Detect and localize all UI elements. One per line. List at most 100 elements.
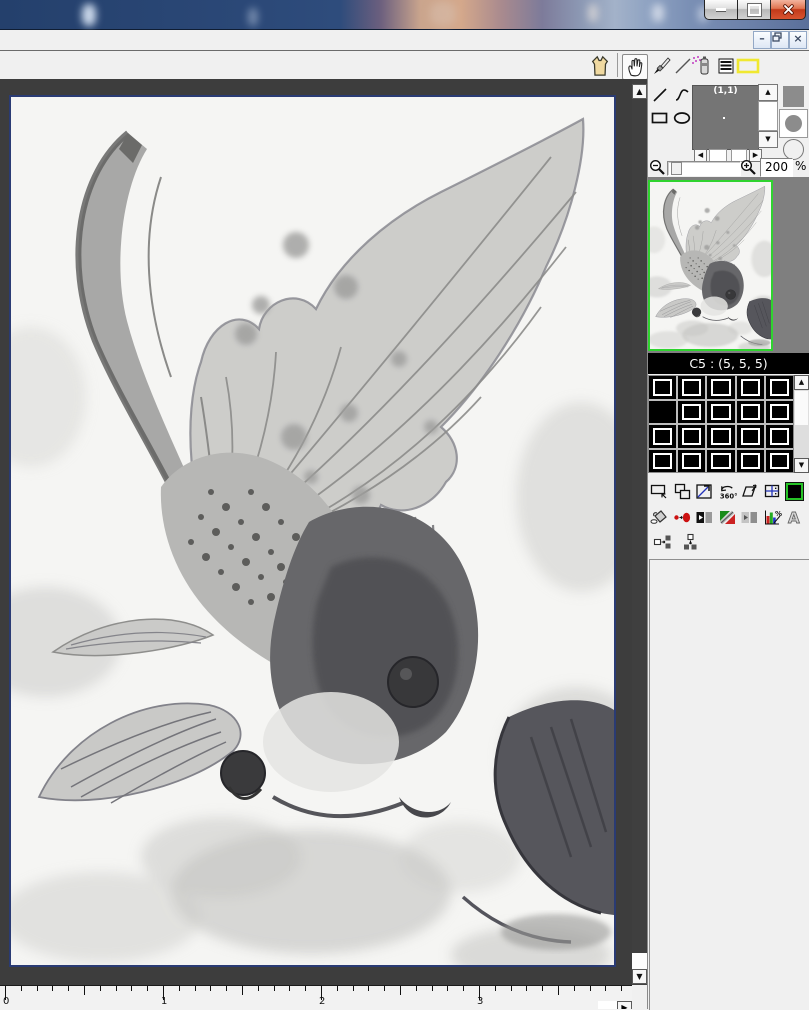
- palette-swatch[interactable]: [766, 376, 793, 399]
- palette-swatch[interactable]: [678, 450, 705, 473]
- palette-swatch[interactable]: [766, 450, 793, 473]
- pen-preview-vscroll-track[interactable]: [758, 101, 778, 131]
- rectangle-icon: [651, 111, 668, 125]
- navigator-thumbnail[interactable]: [648, 180, 773, 351]
- scroll-up-button[interactable]: ▲: [632, 84, 647, 99]
- scrollbar-track[interactable]: [632, 953, 647, 969]
- merge-horizontal-button[interactable]: [653, 533, 672, 552]
- ruler-minor-tick: [447, 986, 448, 991]
- hand-tool-button[interactable]: [622, 54, 648, 80]
- resize-tool-button[interactable]: [695, 482, 714, 501]
- ellipse-draw-button[interactable]: [672, 108, 691, 128]
- scale-ellipse-tool-button[interactable]: [673, 508, 692, 527]
- curve-draw-button[interactable]: [672, 85, 691, 105]
- palette-scrollbar[interactable]: ▲ ▼: [794, 375, 809, 473]
- maximize-button[interactable]: [738, 0, 770, 20]
- palette-swatch[interactable]: [649, 376, 676, 399]
- palette-swatch[interactable]: [766, 425, 793, 448]
- zoom-in-icon: [740, 159, 757, 176]
- zoom-in-button[interactable]: [740, 159, 757, 176]
- minimize-button[interactable]: [704, 0, 738, 20]
- pen-preview-scroll-down[interactable]: ▼: [758, 131, 778, 148]
- rotate-tool-button[interactable]: 360°: [718, 482, 737, 501]
- canvas-icon: [589, 55, 611, 77]
- gradient-tool-button[interactable]: [718, 508, 737, 527]
- mdi-close-button[interactable]: ×: [789, 31, 807, 49]
- current-color-swatch: [786, 483, 803, 500]
- ruler-minor-tick: [131, 986, 132, 991]
- palette-swatch[interactable]: [737, 450, 764, 473]
- brush-icon: [652, 56, 672, 76]
- palette-swatch[interactable]: [678, 401, 705, 424]
- ruler-minor-tick: [210, 986, 211, 991]
- ruler-minor-tick: [68, 986, 69, 991]
- tip-circle-icon: [785, 115, 802, 132]
- merge-vertical-button[interactable]: [681, 533, 700, 552]
- rectangle-draw-button[interactable]: [650, 108, 669, 128]
- tip-square-button[interactable]: [783, 86, 804, 107]
- canvas-vertical-scrollbar[interactable]: ▲ ▼: [632, 79, 647, 985]
- palette-scroll-up[interactable]: ▲: [794, 375, 809, 390]
- current-color-chip[interactable]: [785, 482, 804, 501]
- scroll-down-button[interactable]: ▼: [632, 969, 647, 984]
- color-palette-grid[interactable]: [648, 375, 794, 473]
- airbrush-tool-button[interactable]: [690, 54, 714, 78]
- curve-icon: [674, 87, 690, 103]
- copy-tool-button[interactable]: [673, 482, 692, 501]
- skew-tool-button[interactable]: [740, 482, 759, 501]
- palette-swatch[interactable]: [678, 376, 705, 399]
- palette-swatch[interactable]: [707, 376, 734, 399]
- palette-swatch[interactable]: [707, 401, 734, 424]
- scroll-right-button[interactable]: ▶: [617, 1001, 632, 1009]
- close-icon: [783, 4, 794, 15]
- text-tool-button[interactable]: A: [785, 508, 804, 527]
- palette-swatch-selected[interactable]: [649, 401, 676, 424]
- palette-swatch[interactable]: [649, 425, 676, 448]
- zoom-out-button[interactable]: [649, 159, 666, 176]
- horizontal-scrollbar-fragment[interactable]: ▶: [598, 1001, 632, 1009]
- mdi-restore-button[interactable]: [771, 31, 789, 49]
- mdi-minimize-button[interactable]: –: [753, 31, 771, 49]
- ruler-label: 2: [319, 996, 325, 1007]
- pen-size-preview[interactable]: (1,1): [692, 85, 759, 150]
- titlebar-photo-smudge: [588, 4, 598, 22]
- tip-circle-filled-button[interactable]: [779, 109, 808, 138]
- palette-swatch[interactable]: [649, 450, 676, 473]
- merge-vertical-icon: [681, 533, 700, 552]
- canvas-image[interactable]: [9, 95, 616, 967]
- window-titlebar[interactable]: [0, 0, 809, 30]
- palette-swatch[interactable]: [678, 425, 705, 448]
- hand-icon: [626, 57, 644, 77]
- tip-circle-outline-button[interactable]: [783, 139, 804, 160]
- contrast-tool-button[interactable]: [695, 508, 714, 527]
- line-draw-button[interactable]: [650, 85, 669, 105]
- palette-swatch[interactable]: [737, 425, 764, 448]
- titlebar-photo-smudge: [430, 2, 456, 26]
- crop-icon: [763, 482, 782, 501]
- palette-swatch[interactable]: [766, 401, 793, 424]
- horizontal-ruler: 0123: [0, 985, 632, 1010]
- zoom-slider-thumb[interactable]: [671, 162, 682, 175]
- ruler-minor-tick: [400, 986, 401, 995]
- ruler-minor-tick: [84, 986, 85, 995]
- palette-scroll-down[interactable]: ▼: [794, 458, 809, 473]
- palette-swatch[interactable]: [707, 425, 734, 448]
- zoom-value-input[interactable]: 200: [760, 158, 793, 177]
- palette-swatch[interactable]: [737, 376, 764, 399]
- ruler-minor-tick: [416, 986, 417, 991]
- brightness-tool-button[interactable]: [740, 508, 759, 527]
- ruler-minor-tick: [511, 986, 512, 991]
- crop-tool-button[interactable]: [763, 482, 782, 501]
- select-tool-button[interactable]: [650, 482, 669, 501]
- selection-rect-tool-button[interactable]: [736, 54, 760, 78]
- ruler-label: 1: [161, 996, 167, 1007]
- canvas-button[interactable]: [588, 54, 612, 78]
- palette-swatch[interactable]: [737, 401, 764, 424]
- palette-scroll-thumb[interactable]: [795, 391, 808, 425]
- fill-tool-button[interactable]: [650, 508, 669, 527]
- pen-preview-scroll-up[interactable]: ▲: [758, 84, 778, 101]
- stripes-tool-button[interactable]: [714, 54, 738, 78]
- close-button[interactable]: [770, 0, 806, 20]
- palette-swatch[interactable]: [707, 450, 734, 473]
- levels-tool-button[interactable]: %: [763, 508, 782, 527]
